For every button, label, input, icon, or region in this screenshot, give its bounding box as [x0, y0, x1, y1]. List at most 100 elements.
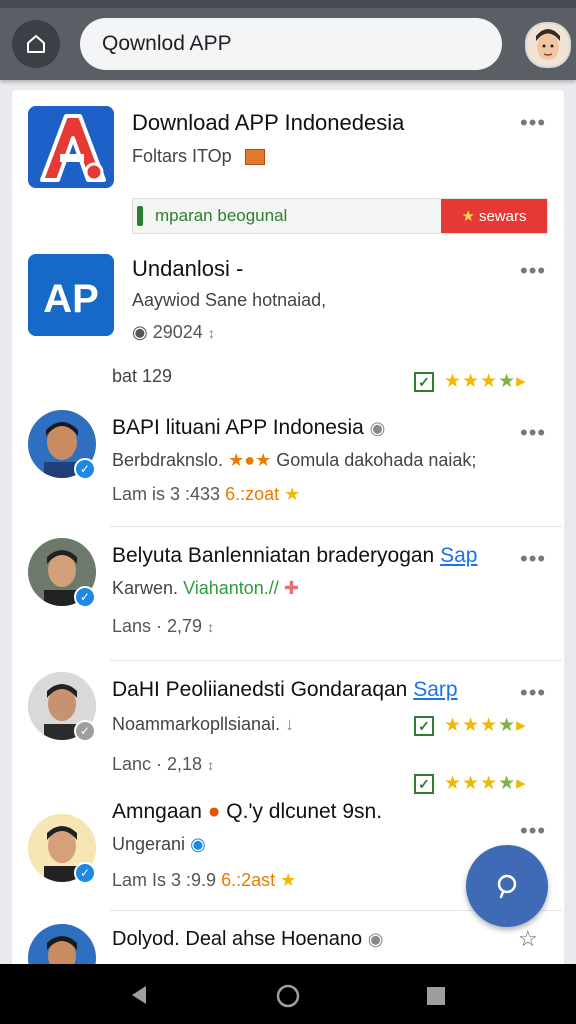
arrow-down-icon: ↓: [285, 714, 295, 734]
app-result-1[interactable]: Download APP Indonedesia ••• Foltars ITO…: [12, 90, 564, 238]
results-list: Download APP Indonedesia ••• Foltars ITO…: [12, 90, 564, 965]
post-meta-text: Lam Is 3 :9.9: [112, 870, 217, 890]
post-line2: Ungerani ◉: [112, 834, 206, 855]
post-line2-text: Berbdraknslo.: [112, 450, 224, 470]
post-title: DaHI Peoliianedsti Gondaraqan Sarp: [112, 678, 458, 702]
square-recents-icon[interactable]: [426, 986, 446, 1006]
star-icon: ★: [284, 484, 301, 504]
search-input[interactable]: Qownlod APP: [80, 18, 502, 70]
battery-icon: [137, 206, 143, 226]
app-bottom-label: bat 129: [112, 366, 173, 386]
app-subtitle: Aaywiod Sane hotnaiad,: [132, 290, 327, 310]
post-title-text: DaHI Peoliianedsti Gondaraqan: [112, 678, 408, 701]
post-title-text: Amngaan: [112, 800, 202, 823]
post-line2: Noammarkopllsianai. ↓: [112, 714, 294, 735]
app-title: Download APP Indonedesia: [132, 110, 405, 135]
post-title-text: Dolyod. Deal ahse Hoenano: [112, 928, 363, 950]
post-line2-text: Noammarkopllsianai.: [112, 714, 281, 734]
info-icon: ◉: [369, 418, 386, 438]
star-icon: ★: [280, 870, 297, 890]
post-meta: Lam Is 3 :9.9 6.:2ast ★: [112, 870, 296, 891]
divider: [110, 660, 562, 661]
search-input-value: Qownlod APP: [102, 32, 232, 55]
star-outline-icon[interactable]: ☆: [518, 926, 538, 952]
app-logo-ap: AP: [28, 254, 114, 336]
verified-small-icon: ◉: [190, 834, 206, 854]
triangle-back-icon[interactable]: [128, 984, 150, 1006]
more-horizontal-icon[interactable]: •••: [520, 112, 546, 134]
svg-text:AP: AP: [43, 277, 99, 321]
more-horizontal-icon[interactable]: •••: [520, 682, 546, 704]
post-title: Amngaan ● Q.'y dlcunet 9sn.: [112, 800, 382, 824]
post-line2-text: Ungerani: [112, 834, 186, 854]
post-title: Belyuta Banlenniatan braderyogan Sap: [112, 544, 477, 568]
app-result-2[interactable]: AP Undanlosi - ••• Aaywiod Sane hotnaiad…: [12, 242, 564, 402]
promo-button[interactable]: ★ sewars: [441, 199, 547, 233]
eye-icon: ◉: [132, 322, 148, 342]
post-line2-text: Karwen.: [112, 578, 179, 598]
post-title-link[interactable]: Sap: [440, 544, 477, 567]
download-count: ◉ 29024 ↕: [132, 322, 215, 343]
post-line2: Karwen. Viahanton.// ✚: [112, 578, 299, 599]
post-meta-text: Lans · 2,79: [112, 616, 203, 636]
user-avatar: [28, 924, 96, 965]
post-title-text: Belyuta Banlenniatan braderyogan: [112, 544, 435, 567]
verified-icon: ✓: [74, 458, 96, 480]
verified-icon: ✓: [74, 720, 96, 742]
rating-stars: ★★★★▸: [444, 773, 527, 794]
more-horizontal-icon[interactable]: •••: [520, 548, 546, 570]
post-title: Dolyod. Deal ahse Hoenano ◉: [112, 928, 383, 951]
checkbox-icon[interactable]: ✓: [414, 372, 434, 392]
post-meta: Lans · 2,79 ↕: [112, 616, 214, 637]
post-title-link[interactable]: Sarp: [413, 678, 457, 701]
more-horizontal-icon[interactable]: •••: [520, 422, 546, 444]
fire-icon: ●: [207, 800, 221, 823]
post-line2: Berbdraknslo. ★●★ Gomula dakohada naiak;: [112, 450, 476, 471]
post-meta-text: Lam is 3 :433: [112, 484, 221, 504]
divider: [110, 526, 562, 527]
circle-home-icon[interactable]: [275, 983, 301, 1009]
profile-avatar[interactable]: [525, 22, 571, 68]
post-meta-accent: 6.:2ast: [221, 870, 276, 890]
home-button[interactable]: [12, 20, 60, 68]
more-horizontal-icon[interactable]: •••: [520, 820, 546, 842]
post-2[interactable]: ✓ Belyuta Banlenniatan braderyogan Sap •…: [12, 530, 564, 736]
app-logo-a: [28, 106, 114, 188]
app-subtitle-text: Foltars ITOp: [132, 146, 232, 166]
post-title-text: BAPI lituani APP Indonesia: [112, 416, 364, 439]
info-icon: ◉: [367, 929, 384, 949]
status-bar: [0, 0, 576, 8]
post-meta-text: Lanc · 2,18: [112, 754, 203, 774]
post-1[interactable]: ✓ BAPI lituani APP Indonesia ◉ ••• Berbd…: [12, 406, 564, 526]
post-line2-extra: Gomula dakohada naiak;: [276, 450, 477, 470]
post-line2-accent: Viahanton.//: [183, 578, 279, 598]
help-icon: [497, 874, 517, 899]
star-icon: ★: [461, 208, 475, 225]
post-title-extra: Q.'y dlcunet 9sn.: [226, 800, 383, 823]
profile-face-image: [527, 24, 569, 66]
star-icon: ★●★: [228, 450, 272, 470]
app-subtitle: Foltars ITOp: [132, 146, 265, 167]
post-title: BAPI lituani APP Indonesia ◉: [112, 416, 385, 440]
post-5[interactable]: Dolyod. Deal ahse Hoenano ◉ ☆: [12, 916, 564, 965]
promo-text: mparan beogunal: [155, 206, 288, 225]
promo-button-label: sewars: [478, 207, 527, 225]
app-title: Undanlosi -: [132, 256, 244, 281]
download-count-value: 29024: [152, 322, 203, 342]
top-app-bar: Qownlod APP: [0, 0, 576, 80]
sort-icon: ↕: [207, 757, 215, 773]
more-horizontal-icon[interactable]: •••: [520, 260, 546, 282]
help-fab[interactable]: [466, 845, 548, 927]
checkbox-icon[interactable]: ✓: [414, 774, 434, 794]
sort-icon: ↕: [207, 325, 215, 341]
promo-banner[interactable]: mparan beogunal ★ sewars: [132, 198, 548, 234]
post-meta: Lam is 3 :433 6.:zoat ★: [112, 484, 300, 505]
post-meta: Lanc · 2,18 ↕: [112, 754, 214, 775]
post-meta-accent: 6.:zoat: [225, 484, 280, 504]
verified-icon: ✓: [74, 586, 96, 608]
arrow-down-icon: ✚: [283, 578, 299, 598]
flag-icon: [244, 149, 265, 166]
system-nav-bar: [0, 964, 576, 1024]
home-icon: [27, 35, 45, 53]
verified-icon: ✓: [74, 862, 96, 884]
